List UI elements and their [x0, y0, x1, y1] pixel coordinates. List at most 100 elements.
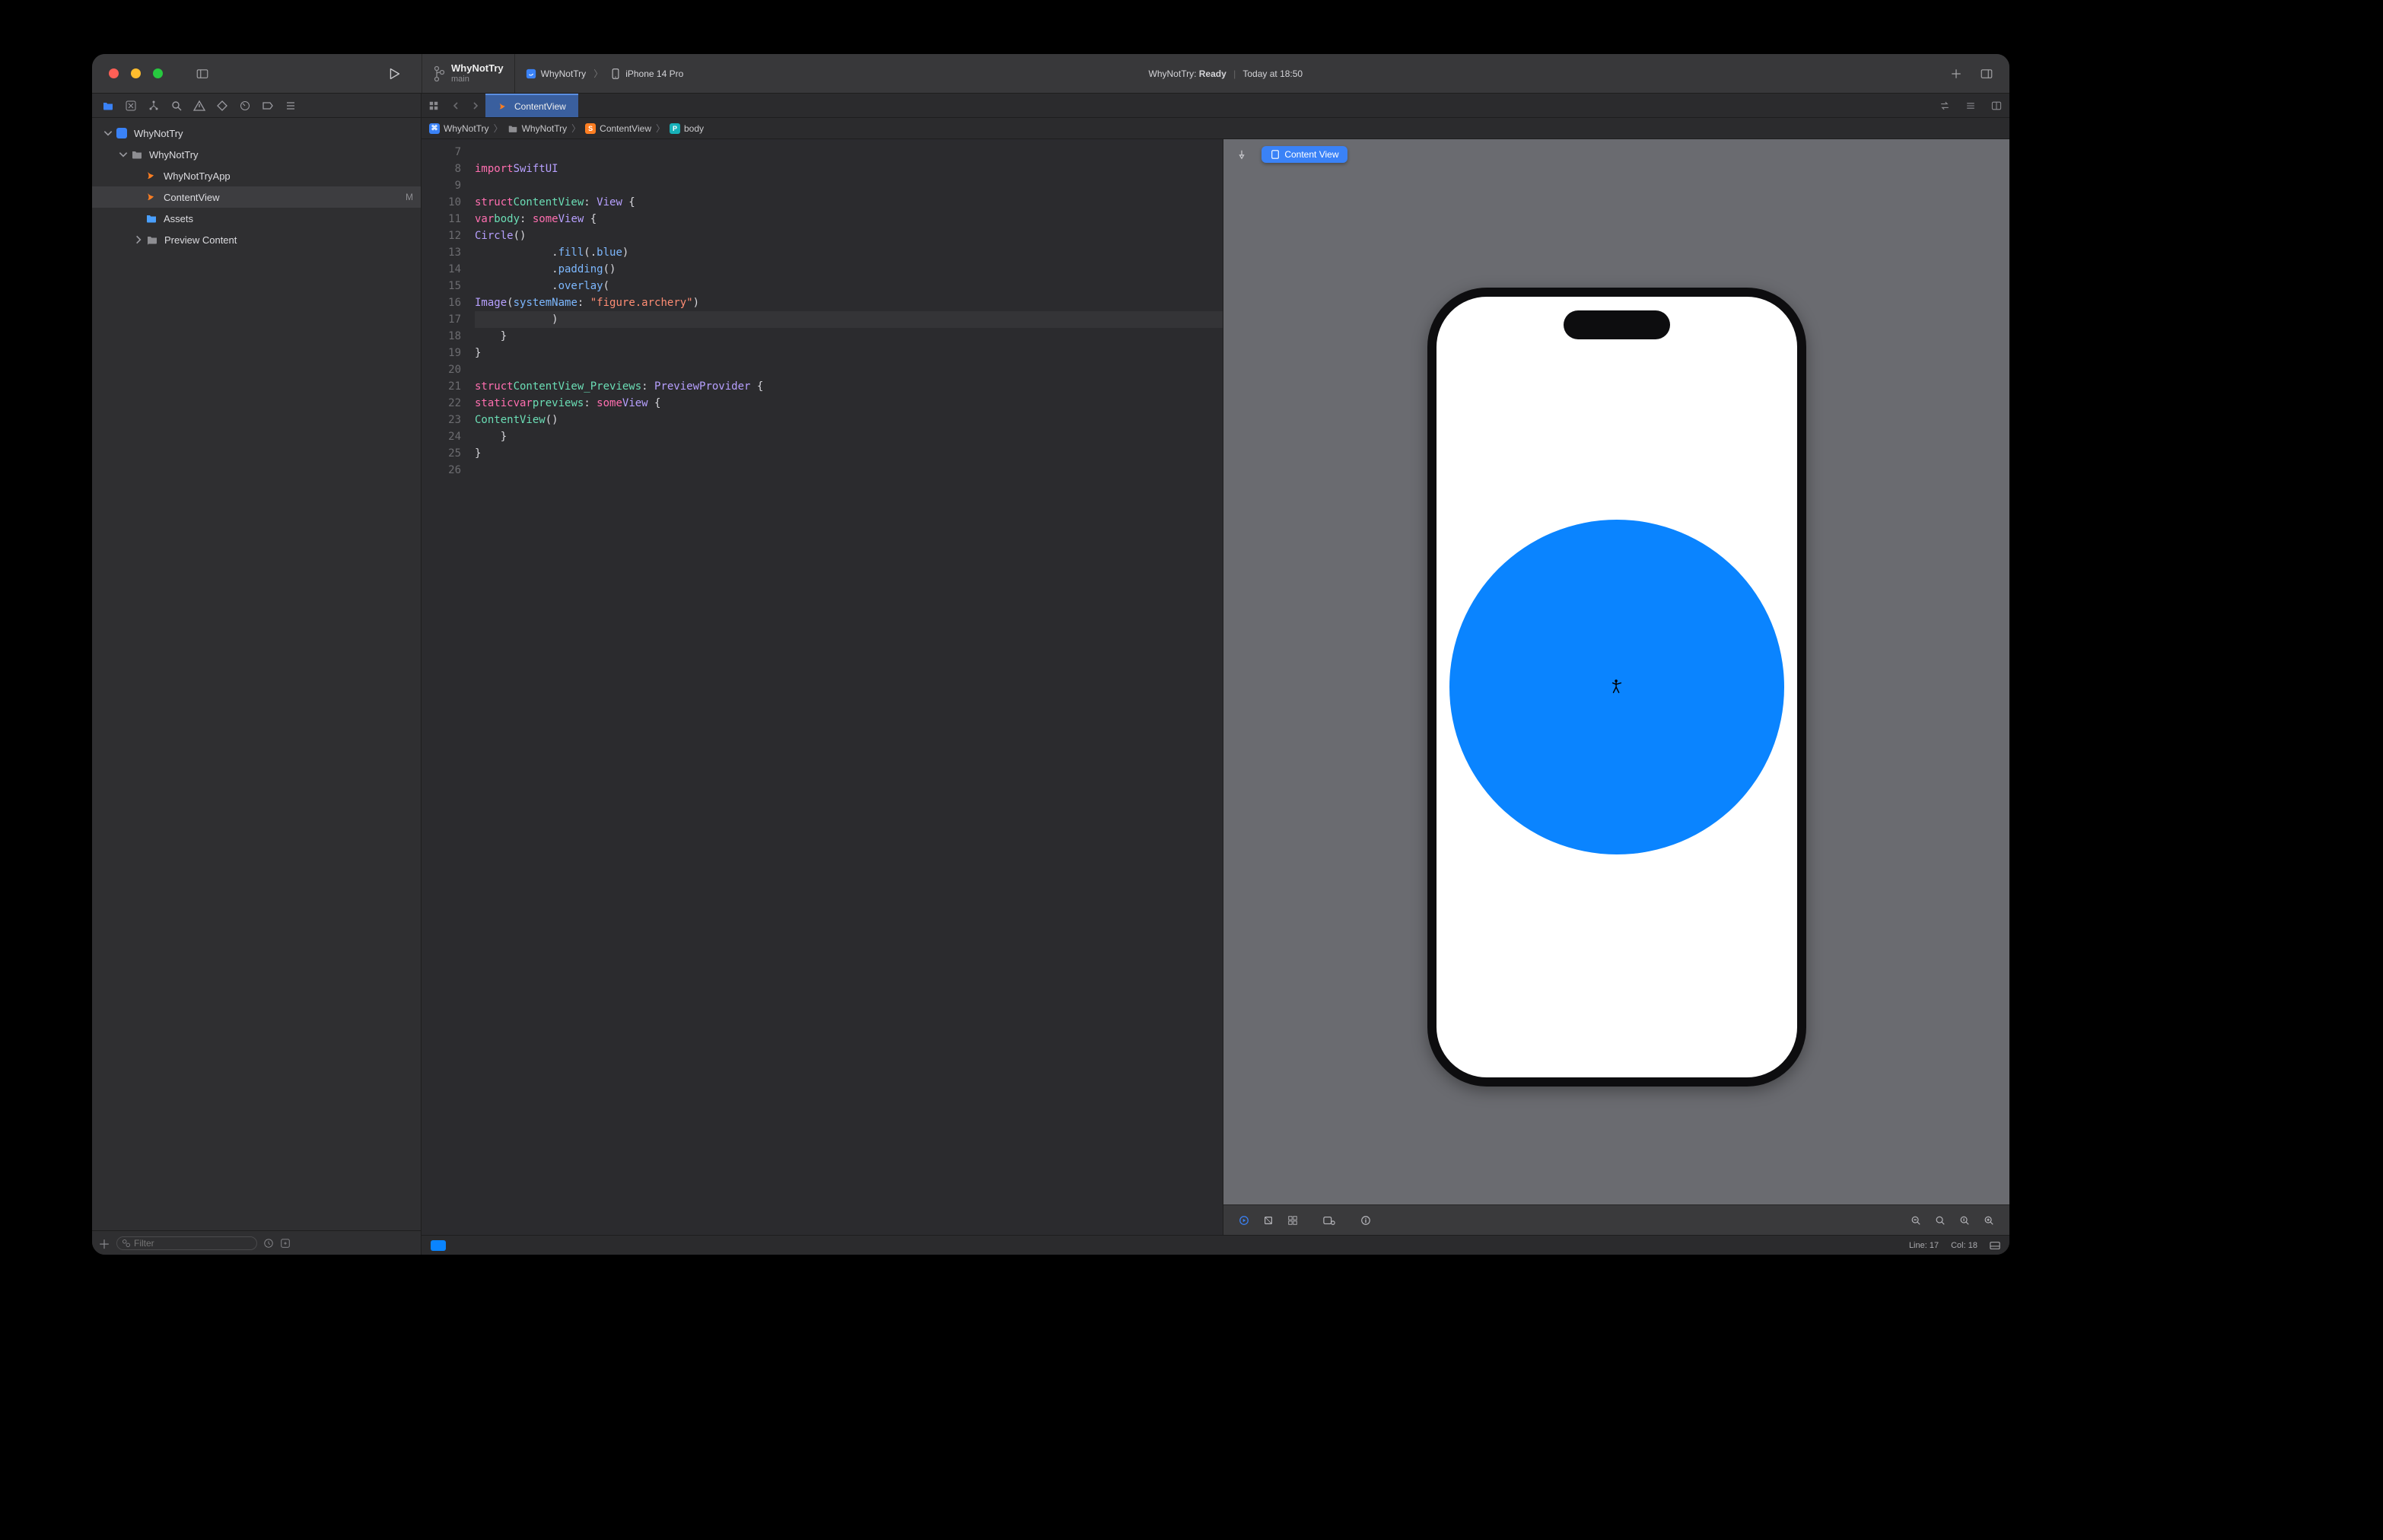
scheme-selector[interactable]: WhyNotTry main: [422, 54, 515, 93]
filter-input[interactable]: [134, 1238, 252, 1249]
tree-file-assets[interactable]: Assets: [92, 208, 421, 229]
code-line[interactable]: var body: some View {: [475, 211, 1223, 228]
symbol-navigator-tab[interactable]: [144, 96, 164, 116]
code-line[interactable]: struct ContentView: View {: [475, 194, 1223, 211]
code-editor[interactable]: 7891011121314151617181920212223242526 im…: [422, 139, 1223, 1235]
tree-label: ContentView: [164, 192, 219, 203]
sidebar-right-icon: [1980, 67, 1993, 81]
play-icon: [386, 65, 402, 82]
pin-preview-button[interactable]: [1231, 144, 1252, 165]
zoom-in-button[interactable]: [1979, 1211, 1999, 1230]
minimize-window-button[interactable]: [131, 68, 141, 78]
code-line[interactable]: [475, 462, 1223, 479]
live-preview-button[interactable]: [1234, 1211, 1254, 1230]
tree-label: Preview Content: [164, 234, 237, 246]
grid-icon: [428, 100, 439, 111]
library-button[interactable]: [1942, 60, 1970, 88]
related-items-button[interactable]: [422, 94, 446, 117]
code-line[interactable]: }: [475, 345, 1223, 361]
variants-button[interactable]: [1283, 1211, 1303, 1230]
search-icon: [170, 100, 183, 112]
assets-icon: [145, 212, 157, 224]
zoom-actual-button[interactable]: [1955, 1211, 1974, 1230]
scm-filter-icon[interactable]: [280, 1238, 291, 1249]
editor-tabbar: ContentView: [422, 94, 2009, 118]
tree-label: WhyNotTryApp: [164, 170, 231, 182]
canvas-toolbar: [1223, 1204, 2009, 1235]
preview-stage[interactable]: [1223, 170, 2009, 1204]
source-control-navigator-tab[interactable]: [121, 96, 141, 116]
add-button[interactable]: ＋: [98, 1234, 110, 1252]
filter-input-wrapper[interactable]: [116, 1236, 257, 1250]
report-navigator-tab[interactable]: [281, 96, 301, 116]
run-destination-chip[interactable]: iPhone 14 Pro: [610, 68, 683, 79]
tree-group[interactable]: WhyNotTry: [92, 144, 421, 165]
toggle-navigator-button[interactable]: [189, 54, 216, 94]
gauge-icon: [239, 100, 251, 112]
project-navigator-tab[interactable]: [98, 96, 118, 116]
iphone-icon: [610, 68, 621, 79]
close-window-button[interactable]: [109, 68, 119, 78]
scheme-branch: main: [451, 75, 504, 84]
code-line[interactable]: [475, 361, 1223, 378]
code-line[interactable]: import SwiftUI: [475, 161, 1223, 177]
zoom-100-icon: [1959, 1215, 1970, 1226]
jump-bar[interactable]: ⌘WhyNotTry 〉 WhyNotTry 〉 SContentView 〉 …: [422, 118, 2009, 139]
square-x-icon: [125, 100, 137, 112]
code-line[interactable]: Image(systemName: "figure.archery"): [475, 294, 1223, 311]
code-body[interactable]: import SwiftUI struct ContentView: View …: [470, 139, 1223, 1235]
find-navigator-tab[interactable]: [167, 96, 186, 116]
adjust-editor-options-button[interactable]: [1958, 94, 1984, 117]
zoom-window-button[interactable]: [153, 68, 163, 78]
zoom-out-button[interactable]: [1906, 1211, 1926, 1230]
code-line[interactable]: ): [475, 311, 1223, 328]
chevron-right-icon: [133, 234, 144, 245]
code-line[interactable]: }: [475, 428, 1223, 445]
titlebar: WhyNotTry main WhyNotTry 〉 iPhone 14 Pro…: [92, 54, 2009, 94]
nav-forward-button[interactable]: [466, 94, 485, 117]
code-line[interactable]: }: [475, 328, 1223, 345]
code-line[interactable]: [475, 144, 1223, 161]
device-settings-button[interactable]: [1319, 1211, 1339, 1230]
plus-icon: [1949, 67, 1963, 81]
toggle-debug-area-icon[interactable]: [1990, 1241, 2000, 1250]
toggle-inspectors-button[interactable]: [1973, 60, 2000, 88]
device-label: iPhone 14 Pro: [625, 68, 683, 79]
arrows-swap-icon: [1939, 100, 1951, 112]
editor-tab-contentview[interactable]: ContentView: [485, 94, 578, 117]
debug-navigator-tab[interactable]: [235, 96, 255, 116]
breakpoint-navigator-tab[interactable]: [258, 96, 278, 116]
tree-group-preview[interactable]: Preview Content: [92, 229, 421, 250]
code-line[interactable]: }: [475, 445, 1223, 462]
scheme-chip[interactable]: WhyNotTry: [526, 68, 587, 79]
issue-navigator-tab[interactable]: [189, 96, 209, 116]
code-line[interactable]: .fill(.blue): [475, 244, 1223, 261]
cursor-line: Line: 17: [1909, 1241, 1939, 1250]
breakpoint-toggle[interactable]: [431, 1240, 446, 1251]
tree-file-app[interactable]: WhyNotTryApp: [92, 165, 421, 186]
code-line[interactable]: Circle(): [475, 228, 1223, 244]
test-navigator-tab[interactable]: [212, 96, 232, 116]
code-line[interactable]: static var previews: some View {: [475, 395, 1223, 412]
code-line[interactable]: ContentView(): [475, 412, 1223, 428]
build-status: WhyNotTry: Ready | Today at 18:50: [1149, 68, 1303, 79]
scheme-title: WhyNotTry: [451, 63, 504, 74]
recent-filter-icon[interactable]: [263, 1238, 274, 1249]
preview-selector-chip[interactable]: Content View: [1261, 146, 1347, 163]
file-tree: WhyNotTry WhyNotTry WhyNotTryApp Content…: [92, 118, 421, 1230]
tree-file-contentview[interactable]: ContentView M: [92, 186, 421, 208]
tree-root[interactable]: WhyNotTry: [92, 123, 421, 144]
zoom-fit-button[interactable]: [1930, 1211, 1950, 1230]
crumb-label: WhyNotTry: [522, 123, 568, 134]
sidebar-left-icon: [196, 67, 209, 81]
code-line[interactable]: .overlay(: [475, 278, 1223, 294]
preview-info-button[interactable]: [1356, 1211, 1376, 1230]
run-button[interactable]: [386, 65, 402, 82]
add-editor-button[interactable]: [1984, 94, 2009, 117]
nav-back-button[interactable]: [446, 94, 466, 117]
code-line[interactable]: [475, 177, 1223, 194]
code-line[interactable]: struct ContentView_Previews: PreviewProv…: [475, 378, 1223, 395]
selectable-preview-button[interactable]: [1258, 1211, 1278, 1230]
review-changes-button[interactable]: [1932, 94, 1958, 117]
code-line[interactable]: .padding(): [475, 261, 1223, 278]
